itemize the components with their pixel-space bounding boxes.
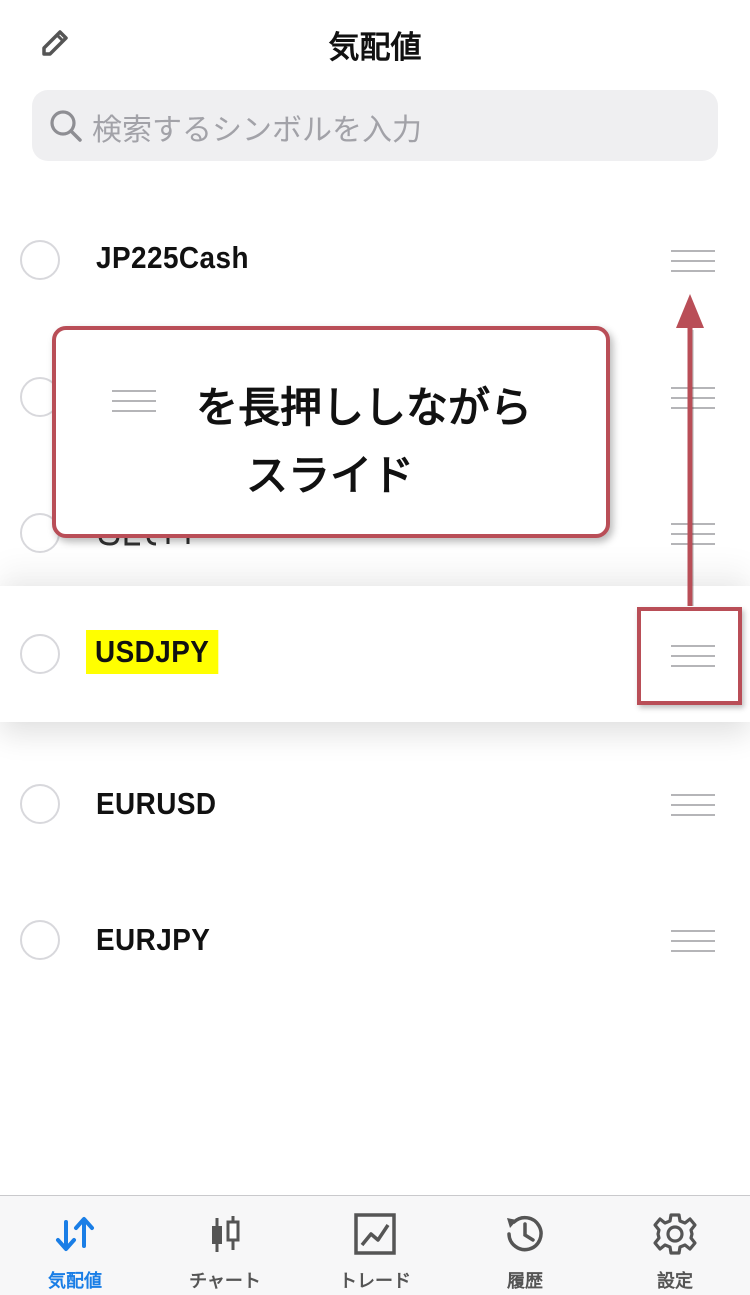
drag-handle-icon[interactable] [671, 250, 715, 272]
callout-text-line2: スライド [246, 451, 415, 500]
search-bar[interactable]: 検索するシンボルを入力 [32, 90, 718, 161]
tab-label: 履歴 [507, 1271, 543, 1292]
annotation-highlight-box [637, 607, 742, 705]
callout-text-line1: を長押ししながら [196, 383, 533, 432]
tab-label: チャート [189, 1271, 261, 1292]
trade-chart-icon [354, 1213, 396, 1255]
tab-bar: 気配値 チャート トレード 履歴 設定 [0, 1195, 750, 1295]
gear-icon [653, 1213, 697, 1255]
tab-quotes[interactable]: 気配値 [0, 1196, 150, 1295]
annotation-arrow [676, 294, 704, 606]
page-title: 気配値 [328, 30, 422, 66]
select-radio[interactable] [20, 240, 60, 280]
tab-history[interactable]: 履歴 [450, 1196, 600, 1295]
symbol-name: EURJPY [96, 922, 211, 957]
tab-label: トレード [339, 1271, 411, 1292]
history-icon [507, 1215, 543, 1252]
drag-handle-icon [112, 390, 156, 412]
tab-chart[interactable]: チャート [150, 1196, 300, 1295]
select-radio[interactable] [20, 920, 60, 960]
symbol-name: USDJPY [86, 630, 219, 674]
tab-settings[interactable]: 設定 [600, 1196, 750, 1295]
drag-handle-icon[interactable] [671, 794, 715, 816]
annotation-callout: を長押ししながら スライド [52, 326, 610, 538]
search-icon [50, 110, 82, 142]
list-item[interactable]: EURJPY [0, 875, 750, 1005]
list-item[interactable]: JP225Cash [0, 195, 750, 325]
drag-handle-icon[interactable] [671, 930, 715, 952]
symbol-name: EURUSD [96, 786, 217, 821]
tab-label: 設定 [657, 1271, 693, 1292]
tab-label: 気配値 [48, 1271, 102, 1292]
candlestick-icon [212, 1216, 240, 1252]
select-radio[interactable] [20, 634, 60, 674]
list-item[interactable]: EURUSD [0, 739, 750, 869]
header: 気配値 [0, 0, 750, 90]
select-radio[interactable] [20, 784, 60, 824]
quotes-arrows-icon [56, 1217, 94, 1251]
search-input[interactable]: 検索するシンボルを入力 [92, 105, 422, 149]
symbol-name: JP225Cash [96, 240, 249, 275]
tab-trade[interactable]: トレード [300, 1196, 450, 1295]
